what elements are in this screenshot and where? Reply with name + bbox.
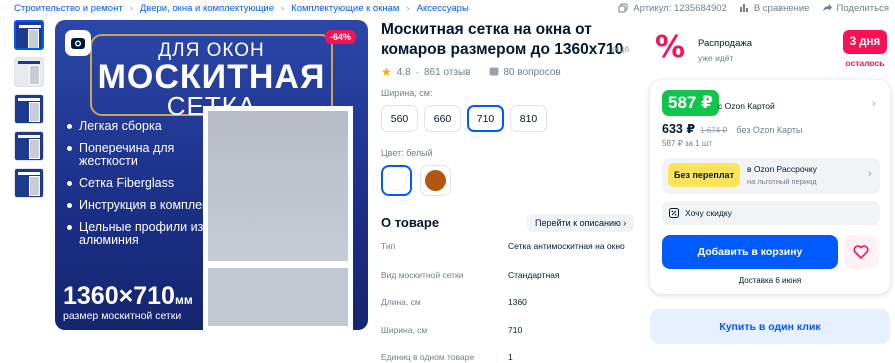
camera-search-icon[interactable] <box>65 30 91 56</box>
spec-row: Тип Сетка антимоскитная на окно <box>381 241 625 251</box>
share-icon <box>822 4 832 11</box>
chevron-right-icon: › <box>406 2 410 14</box>
share-label: Поделиться <box>836 2 889 14</box>
copy-icon <box>618 3 628 13</box>
sale-days-badge: 3 дня <box>843 30 887 54</box>
spec-row: Вид москитной сетки Стандартная <box>381 270 560 280</box>
add-to-cart-button[interactable]: Добавить в корзину <box>662 235 838 269</box>
title-more-link[interactable]: ещё <box>612 44 629 54</box>
chevron-right-icon: › <box>129 2 133 14</box>
sale-title: Распродажа <box>698 38 753 49</box>
color-option-white[interactable] <box>381 165 412 196</box>
compare-button[interactable]: В сравнение <box>739 3 810 14</box>
share-button[interactable]: Поделиться <box>822 3 889 14</box>
product-actions: Артикул: 1235684902 В сравнение Поделить… <box>618 0 889 16</box>
thumbnail-list <box>14 20 46 205</box>
discount-badge: -64% <box>324 30 356 44</box>
compare-label: В сравнение <box>753 2 810 14</box>
old-price: 1 674 ₽ <box>700 126 728 135</box>
spec-row: Длина, см 1360 <box>381 297 527 307</box>
width-option-560[interactable]: 560 <box>381 105 418 132</box>
spec-row: Единиц в одном товаре 1 <box>381 352 513 362</box>
discount-tag-icon <box>669 208 679 218</box>
breadcrumb: Строительство и ремонт › Двери, окна и ко… <box>14 0 469 16</box>
breadcrumb-item[interactable]: Комплектующие к окнам <box>291 3 399 14</box>
regular-price-row: 633 ₽ 1 674 ₽ без Ozon Карты <box>662 121 803 136</box>
installment-title: в Ozon Рассрочку <box>747 164 817 174</box>
color-options <box>381 165 451 196</box>
about-title: О товаре <box>381 215 440 230</box>
thumbnail[interactable] <box>14 131 44 161</box>
buy-box: 587 ₽ с Ozon Картой › 633 ₽ 1 674 ₽ без … <box>650 80 890 294</box>
chevron-right-icon: › <box>281 2 285 14</box>
favorite-button[interactable] <box>844 235 878 269</box>
product-title: Москитная сетка на окна от комаров разме… <box>381 21 624 58</box>
size-caption: размер москитной сетки <box>63 310 182 322</box>
question-icon <box>489 67 498 76</box>
window-screen-illustration <box>203 106 353 330</box>
thumbnail[interactable] <box>14 57 44 87</box>
thumbnail[interactable] <box>14 94 44 124</box>
heart-icon <box>853 245 869 259</box>
delivery-date: Доставка 6 июня <box>738 276 802 285</box>
rating-value[interactable]: 4.8 <box>397 67 411 78</box>
go-to-description-button[interactable]: Перейти к описанию › <box>527 214 635 232</box>
card-price-label: с Ozon Картой <box>718 101 775 111</box>
breadcrumb-item[interactable]: Аксессуары <box>417 3 469 14</box>
want-discount-label: Хочу скидку <box>685 208 732 218</box>
article-label: Артикул: 1235684902 <box>633 2 727 14</box>
thumbnail[interactable] <box>14 168 44 198</box>
questions-link[interactable]: 80 вопросов <box>504 67 561 78</box>
width-option-710[interactable]: 710 <box>467 105 504 132</box>
sale-subtitle: уже идёт <box>698 53 734 63</box>
card-price[interactable]: 587 ₽ <box>662 90 719 116</box>
sale-left-label: осталось <box>845 58 885 68</box>
regular-price: 633 ₽ <box>662 122 696 136</box>
percent-icon: % <box>655 30 686 65</box>
chevron-right-icon: › <box>868 168 872 180</box>
chevron-right-icon[interactable]: › <box>872 98 876 110</box>
compare-icon <box>739 4 748 12</box>
reviews-link[interactable]: 861 отзыв <box>424 67 470 78</box>
sale-banner[interactable]: % Распродажа уже идёт 3 дня осталось <box>650 28 890 72</box>
rating-row: ★ 4.8 · 861 отзыв 80 вопросов <box>381 65 561 79</box>
installment-badge: Без переплат <box>668 163 740 187</box>
color-option-brown[interactable] <box>420 165 451 196</box>
no-card-label: без Ozon Карты <box>736 125 803 135</box>
installment-subtitle: на льготный период <box>747 177 817 186</box>
breadcrumb-item[interactable]: Строительство и ремонт <box>14 3 123 14</box>
thumbnail[interactable] <box>14 20 44 50</box>
spec-row: Ширина, см 710 <box>381 325 523 335</box>
chevron-right-icon: › <box>623 218 627 228</box>
star-icon: ★ <box>381 65 392 79</box>
breadcrumb-item[interactable]: Двери, окна и комплектующие <box>140 3 274 14</box>
size-label: 1360×710мм <box>63 282 193 310</box>
image-title-frame: ДЛЯ ОКОН МОСКИТНАЯ СЕТКА <box>90 34 333 121</box>
width-option-810[interactable]: 810 <box>510 105 547 132</box>
width-option-660[interactable]: 660 <box>424 105 461 132</box>
product-image[interactable]: ДЛЯ ОКОН МОСКИТНАЯ СЕТКА -64% Легкая сбо… <box>55 20 368 330</box>
buy-one-click-button[interactable]: Купить в один клик <box>650 309 890 344</box>
unit-price: 587 ₽ за 1 шт <box>662 139 712 148</box>
color-label: Цвет: белый <box>381 148 433 158</box>
width-label: Ширина, см: <box>381 88 433 98</box>
installment-block[interactable]: Без переплат в Ozon Рассрочку на льготны… <box>662 158 880 194</box>
article-copy[interactable]: Артикул: 1235684902 <box>618 3 727 14</box>
width-options: 560 660 710 810 <box>381 105 547 132</box>
want-discount-button[interactable]: Хочу скидку <box>662 201 880 225</box>
